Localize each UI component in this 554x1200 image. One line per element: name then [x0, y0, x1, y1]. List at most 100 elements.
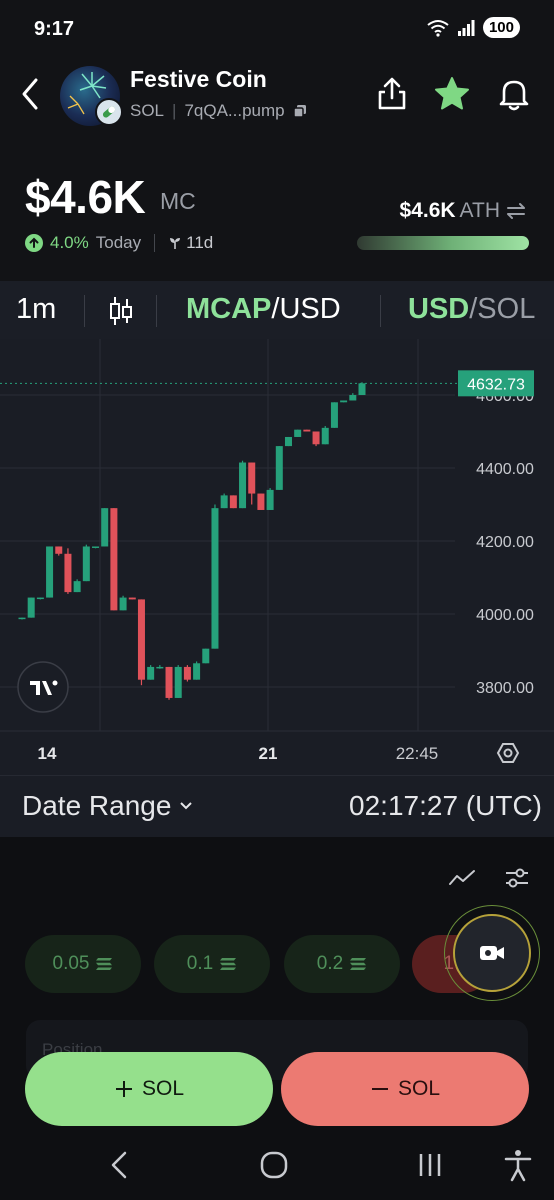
candle-body: [46, 546, 54, 598]
candle-body: [211, 508, 219, 649]
plus-icon: [115, 1081, 132, 1097]
nav-back-icon[interactable]: [100, 1147, 140, 1183]
star-icon[interactable]: [432, 74, 472, 114]
x-tick-label: 22:45: [396, 744, 439, 763]
divider: |: [172, 101, 177, 120]
status-icons: 100: [427, 17, 520, 38]
candle-body: [183, 666, 191, 680]
amount-button-0-2[interactable]: 0.2: [284, 935, 400, 993]
chevron-down-icon: [180, 802, 193, 810]
candle-body: [220, 495, 228, 509]
ath-progress-bar: [357, 236, 529, 250]
y-tick-label: 4000.00: [476, 607, 534, 624]
ath-block[interactable]: $4.6K ATH: [400, 199, 529, 223]
buy-button[interactable]: SOL: [25, 1052, 273, 1126]
battery-indicator: 100: [482, 17, 520, 38]
swap-icon[interactable]: [504, 200, 528, 222]
sol-label: /SOL: [469, 293, 536, 325]
divider: [156, 295, 157, 327]
candle-body: [275, 446, 283, 490]
candle-body: [128, 597, 136, 600]
token-subtitle: SOL | 7qQA...pump: [130, 101, 307, 121]
status-time: 9:17: [34, 18, 75, 40]
y-tick-label: 4400.00: [476, 461, 534, 478]
candle-body: [321, 427, 329, 445]
y-tick-label: 4200.00: [476, 534, 534, 551]
candle-body: [294, 429, 302, 437]
chart-settings-icon: [496, 743, 520, 763]
signal-icon: [457, 19, 475, 36]
status-bar: 9:17 100: [0, 0, 554, 60]
change-row: 4.0% Today 11d: [25, 233, 213, 253]
chart-settings-icon-center: [503, 748, 513, 758]
sell-button[interactable]: SOL: [281, 1052, 529, 1126]
camera-fab[interactable]: [444, 905, 540, 1001]
divider: [154, 234, 156, 252]
candle-body: [147, 666, 155, 680]
candle-body: [156, 666, 164, 669]
candlestick-chart[interactable]: 4400.004200.004000.003800.004600.004632.…: [0, 339, 554, 775]
candle-body: [284, 436, 292, 447]
candle-body: [330, 402, 338, 428]
utc-clock[interactable]: 02:17:27 (UTC): [349, 790, 542, 822]
nav-recents-icon[interactable]: [410, 1147, 450, 1183]
candle-body: [202, 648, 210, 664]
copy-icon[interactable]: [292, 104, 307, 118]
interval-selector[interactable]: 1m: [16, 293, 56, 326]
bell-icon[interactable]: [494, 74, 534, 114]
candle-body: [55, 546, 63, 554]
candle-body: [73, 581, 81, 593]
sol-icon: [350, 958, 367, 970]
change-percent: 4.0%: [50, 233, 89, 252]
line-chart-icon[interactable]: [448, 866, 476, 890]
candle-body: [101, 508, 109, 547]
sol-icon: [96, 958, 113, 970]
candle-body: [110, 508, 118, 611]
tradingview-logo-dot: [52, 680, 58, 686]
accessibility-icon[interactable]: [498, 1147, 538, 1183]
usd-label: /USD: [271, 293, 341, 325]
share-icon[interactable]: [372, 74, 412, 114]
candle-body: [312, 431, 320, 445]
candle-body: [266, 489, 274, 510]
chart-toolbar: 1m MCAP/USD USD/SOL: [0, 281, 554, 339]
price-chart[interactable]: 4400.00 4200.00 4000.00 3800.00 4600.00 4632.…: [0, 339, 554, 775]
nav-home-icon[interactable]: [254, 1147, 294, 1183]
candle-body: [358, 383, 366, 395]
candle-body: [303, 429, 311, 432]
amount-button-0-1[interactable]: 0.1: [154, 935, 270, 993]
sliders-icon[interactable]: [503, 864, 531, 892]
candle-body: [27, 597, 35, 618]
candle-body: [64, 553, 72, 593]
candle-body: [349, 395, 357, 401]
buy-label: SOL: [141, 1077, 185, 1100]
mcap-usd-toggle[interactable]: MCAP/USD: [186, 293, 341, 326]
chain-label: SOL: [130, 101, 165, 120]
candle-body: [137, 599, 145, 680]
candle-body: [229, 495, 237, 509]
camera-fab-inner: [453, 914, 531, 992]
x-tick-label: 14: [38, 744, 57, 763]
sell-label: SOL: [397, 1077, 441, 1100]
amount-label: 0.1: [186, 953, 214, 974]
last-price-label: 4632.73: [467, 376, 525, 393]
video-camera-icon: [480, 946, 504, 960]
tradingview-logo-icon: [17, 661, 69, 713]
candle-body: [36, 597, 44, 600]
market-cap-value: $4.6K: [25, 171, 146, 223]
date-range-button[interactable]: Date Range: [22, 790, 193, 822]
amount-button-0-05[interactable]: 0.05: [25, 935, 141, 993]
token-address[interactable]: 7qQA...pump: [184, 101, 284, 121]
candle-body: [239, 462, 247, 509]
candle-body: [257, 493, 265, 510]
date-range-row: Date Range 02:17:27 (UTC): [0, 775, 554, 837]
pill-badge-icon: [95, 98, 123, 126]
minus-icon: [371, 1088, 388, 1090]
back-icon[interactable]: [14, 74, 48, 114]
ath-label: ATH: [459, 199, 500, 222]
usd-sol-toggle[interactable]: USD/SOL: [408, 293, 535, 326]
candlestick-icon[interactable]: [108, 295, 134, 327]
candle-body: [119, 597, 127, 611]
candle-body: [18, 617, 26, 620]
market-cap-unit: MC: [160, 188, 196, 214]
